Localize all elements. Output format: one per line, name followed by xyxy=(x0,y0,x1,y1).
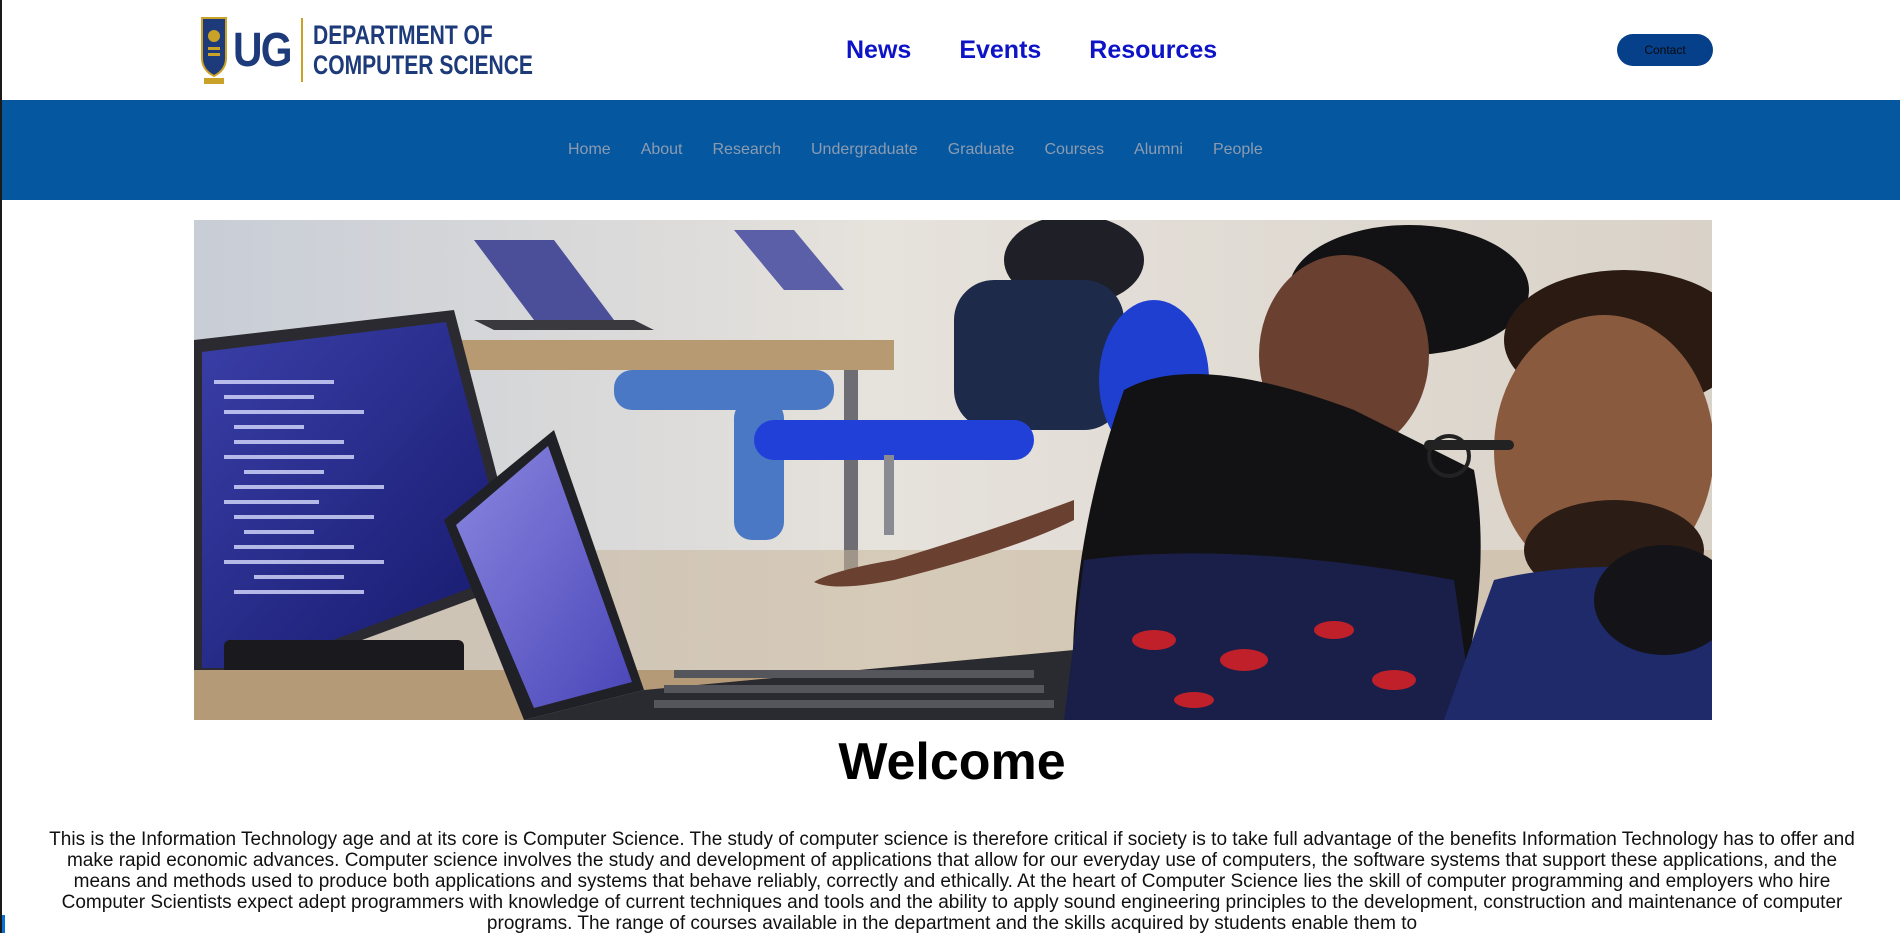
hero-image xyxy=(194,220,1712,720)
logo-department-name: DEPARTMENT OF COMPUTER SCIENCE xyxy=(313,20,533,80)
nav-link-news[interactable]: News xyxy=(846,36,911,65)
subnav-item-home[interactable]: Home xyxy=(568,141,611,159)
logo-dept-line-1: DEPARTMENT OF xyxy=(313,20,493,50)
scroll-indicator xyxy=(2,915,5,933)
subnav-item-research[interactable]: Research xyxy=(713,141,781,159)
welcome-heading: Welcome xyxy=(838,733,1066,791)
ug-department-logo[interactable]: UG DEPARTMENT OF COMPUTER SCIENCE xyxy=(201,12,595,88)
contact-button[interactable]: Contact xyxy=(1617,34,1713,66)
subnav-item-alumni[interactable]: Alumni xyxy=(1134,141,1183,159)
logo-dept-line-2: COMPUTER SCIENCE xyxy=(313,50,533,80)
secondary-nav-list: Home About Research Undergraduate Gradua… xyxy=(568,141,1293,159)
ug-crest-icon xyxy=(201,17,227,84)
subnav-item-courses[interactable]: Courses xyxy=(1044,141,1104,159)
subnav-item-people[interactable]: People xyxy=(1213,141,1263,159)
secondary-nav-bar: Home About Research Undergraduate Gradua… xyxy=(2,100,1900,200)
site-header: UG DEPARTMENT OF COMPUTER SCIENCE News E… xyxy=(2,0,1900,100)
subnav-item-about[interactable]: About xyxy=(641,141,683,159)
logo-mark-text: UG xyxy=(233,23,292,77)
subnav-item-graduate[interactable]: Graduate xyxy=(948,141,1015,159)
logo-divider xyxy=(301,18,303,82)
nav-link-resources[interactable]: Resources xyxy=(1089,36,1217,65)
intro-paragraph: This is the Information Technology age a… xyxy=(49,829,1855,934)
primary-nav: News Events Resources xyxy=(846,36,1265,65)
nav-link-events[interactable]: Events xyxy=(959,36,1041,65)
subnav-item-undergraduate[interactable]: Undergraduate xyxy=(811,141,918,159)
hero-students-at-computers-illustration xyxy=(194,220,1712,720)
